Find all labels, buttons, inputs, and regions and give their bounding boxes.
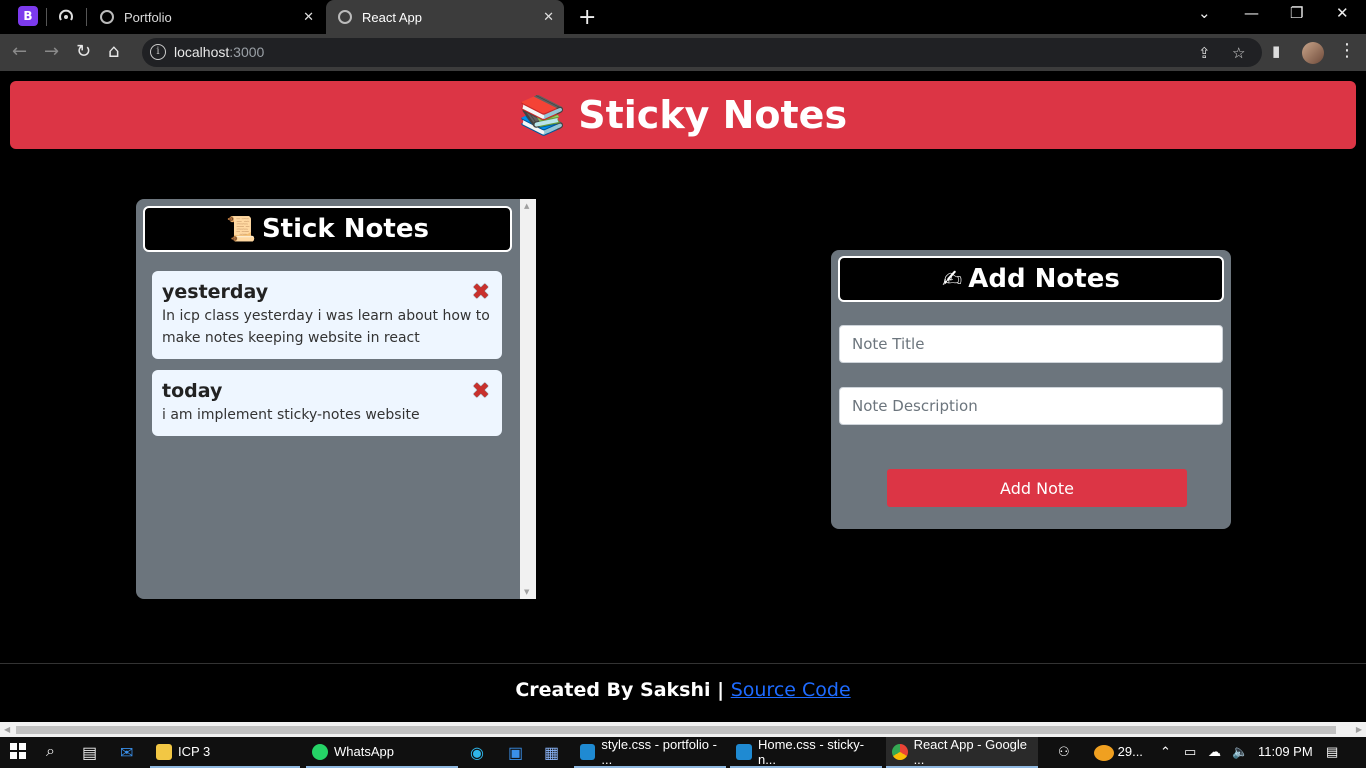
scroll-right-icon[interactable]: ▶ [1356, 725, 1362, 734]
edge-icon[interactable]: ◉ [470, 743, 484, 763]
add-panel-title: Add Notes [968, 264, 1120, 294]
delete-note-icon[interactable]: ✖ [472, 381, 490, 403]
scroll-left-icon[interactable]: ◀ [4, 725, 10, 734]
footer: Created By Sakshi | Source Code [0, 679, 1366, 701]
whatsapp-icon [312, 743, 328, 760]
reload-icon[interactable]: ↻ [76, 41, 91, 62]
network-icon[interactable]: ☁ [1208, 744, 1221, 760]
page-viewport: 📚 Sticky Notes 📜 Stick Notes yesterday I… [0, 71, 1366, 738]
note-description: In icp class yesterday i was learn about… [162, 308, 490, 346]
scroll-down-icon[interactable]: ▼ [524, 588, 529, 596]
restore-button[interactable]: ❐ [1290, 4, 1303, 22]
clock[interactable]: 11:09 PM [1258, 744, 1313, 759]
tab-portfolio[interactable]: Portfolio ✕ [88, 0, 324, 34]
app-header: 📚 Sticky Notes [10, 81, 1356, 149]
tab-group-icon[interactable] [56, 6, 76, 26]
os-taskbar: ⌕ ▤ ✉ ICP 3 WhatsApp ◉ ▣ ▦ style.css - p… [0, 737, 1366, 768]
home-icon[interactable]: ⌂ [108, 41, 119, 62]
notes-panel-title: Stick Notes [261, 214, 429, 244]
notification-center-icon[interactable]: ▤ [1326, 744, 1338, 760]
vscode-icon [736, 743, 752, 760]
search-icon[interactable]: ⌕ [46, 743, 55, 761]
notes-list-panel: 📜 Stick Notes yesterday In icp class yes… [136, 199, 536, 599]
url-text: localhost:3000 [174, 44, 265, 60]
note-card: yesterday In icp class yesterday i was l… [152, 271, 502, 359]
battery-icon[interactable]: ▭ [1184, 744, 1196, 760]
new-tab-button[interactable]: + [578, 5, 596, 30]
people-icon[interactable]: ⚇ [1058, 744, 1070, 760]
weather-icon [1094, 744, 1114, 761]
notes-scrollbar[interactable]: ▲ ▼ [520, 199, 536, 599]
bookmark-star-icon[interactable]: ☆ [1232, 44, 1245, 62]
tab-separator [86, 8, 87, 26]
taskbar-app-explorer[interactable]: ICP 3 [150, 737, 300, 768]
note-title-input[interactable]: Note Title [839, 325, 1223, 363]
scroll-up-icon[interactable]: ▲ [524, 202, 529, 210]
windows-start-icon[interactable] [10, 743, 26, 764]
scroll-icon: 📜 [226, 215, 256, 243]
weather-widget[interactable]: 29... [1094, 744, 1143, 761]
devtools-icon[interactable]: ▦ [544, 743, 559, 763]
profile-avatar[interactable] [1302, 42, 1324, 64]
taskbar-app-label: Home.css - sticky-n... [757, 736, 865, 767]
taskbar-app-whatsapp[interactable]: WhatsApp [306, 737, 458, 768]
bootstrap-app-icon[interactable]: B [18, 6, 38, 26]
minimize-button[interactable]: — [1244, 4, 1259, 22]
note-card: today i am implement sticky-notes websit… [152, 370, 502, 436]
taskbar-app-chrome[interactable]: React App - Google ... [886, 737, 1038, 768]
app-title: Sticky Notes [578, 93, 848, 137]
add-panel-heading: ✍ Add Notes [838, 256, 1224, 302]
taskbar-app-label: WhatsApp [334, 744, 394, 759]
side-panel-icon[interactable]: ▮ [1272, 42, 1280, 60]
task-view-icon[interactable]: ▤ [82, 743, 97, 763]
source-code-link[interactable]: Source Code [731, 679, 851, 701]
footer-divider [0, 663, 1366, 664]
site-info-icon[interactable]: i [150, 44, 166, 60]
note-description: i am implement sticky-notes website [162, 407, 420, 423]
weather-text: 29... [1117, 744, 1143, 759]
add-note-panel: ✍ Add Notes Note Title Note Description … [831, 250, 1231, 529]
tab-label: Portfolio [124, 9, 172, 25]
menu-kebab-icon[interactable]: ⋮ [1338, 40, 1356, 61]
globe-icon [338, 10, 352, 24]
chrome-icon [892, 743, 908, 760]
mail-icon[interactable]: ✉ [120, 743, 133, 763]
folder-icon [156, 743, 172, 760]
show-hidden-icons-icon[interactable]: ⌃ [1160, 744, 1171, 760]
taskbar-app-label: React App - Google ... [913, 736, 1028, 767]
tab-search-icon[interactable]: ⌄ [1198, 4, 1211, 22]
writing-hand-icon: ✍ [942, 265, 963, 293]
tab-react-app[interactable]: React App ✕ [326, 0, 564, 34]
back-icon[interactable]: ← [12, 41, 27, 62]
taskbar-app-label: style.css - portfolio - ... [601, 736, 717, 767]
browser-tabstrip: B Portfolio ✕ React App ✕ + ⌄ — ❐ ✕ [0, 0, 1366, 34]
notes-panel-heading: 📜 Stick Notes [143, 206, 512, 252]
tab-separator [46, 8, 47, 26]
close-window-button[interactable]: ✕ [1336, 4, 1349, 22]
store-icon[interactable]: ▣ [508, 743, 523, 763]
tab-label: React App [362, 9, 422, 25]
share-icon[interactable]: ⇪ [1198, 44, 1211, 62]
scrollbar-thumb[interactable] [16, 726, 1336, 734]
volume-icon[interactable]: 🔈 [1232, 744, 1248, 760]
globe-icon [100, 10, 114, 24]
delete-note-icon[interactable]: ✖ [472, 282, 490, 304]
footer-credit: Created By Sakshi | [515, 679, 725, 701]
close-tab-icon[interactable]: ✕ [303, 9, 314, 25]
note-description-input[interactable]: Note Description [839, 387, 1223, 425]
taskbar-app-label: ICP 3 [178, 744, 211, 759]
note-title: yesterday [162, 281, 269, 303]
address-bar[interactable]: i localhost:3000 ⇪ ☆ [142, 38, 1262, 67]
close-tab-icon[interactable]: ✕ [543, 9, 554, 25]
add-note-button[interactable]: Add Note [887, 469, 1187, 507]
taskbar-app-vscode-portfolio[interactable]: style.css - portfolio - ... [574, 737, 726, 768]
forward-icon[interactable]: → [44, 41, 59, 62]
note-title: today [162, 380, 223, 402]
books-icon: 📚 [518, 92, 567, 137]
vscode-icon [580, 743, 596, 760]
taskbar-app-vscode-sticky[interactable]: Home.css - sticky-n... [730, 737, 882, 768]
browser-toolbar: ← → ↻ ⌂ i localhost:3000 ⇪ ☆ ▮ ⋮ [0, 34, 1366, 71]
